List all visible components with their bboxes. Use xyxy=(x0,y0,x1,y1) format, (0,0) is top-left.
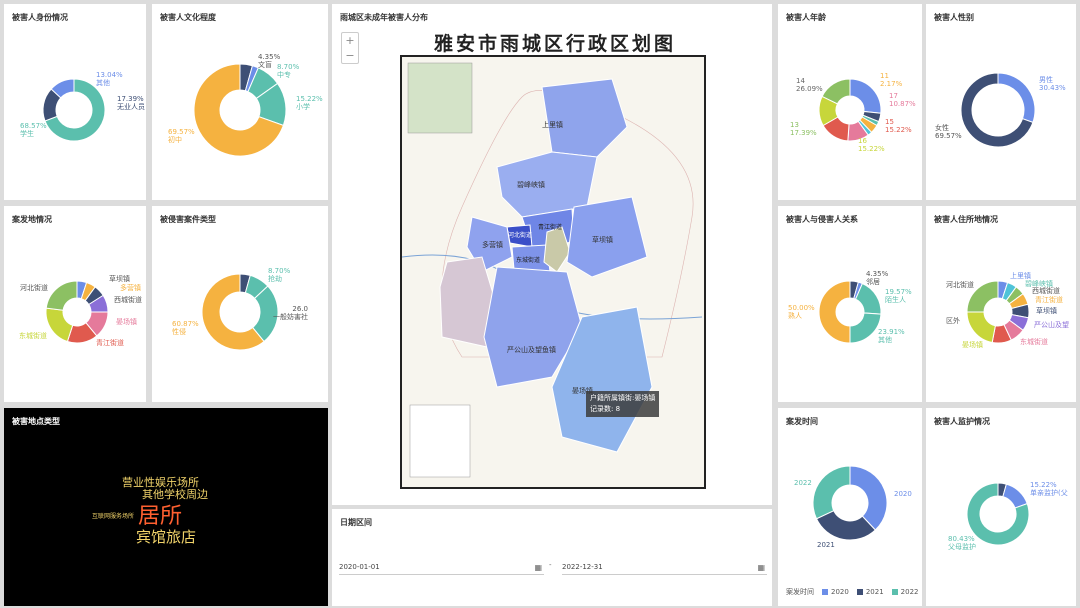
chart-label: 50.00%熟人 xyxy=(788,304,815,320)
chart-label: 青江街道 xyxy=(1035,295,1063,304)
chart-label: 多营镇 xyxy=(120,283,141,292)
chart-label: 80.43%父母监护 xyxy=(948,535,976,551)
chart-label: 8.70%中专 xyxy=(277,63,300,79)
chart-label: 东城街道 xyxy=(1020,337,1048,346)
chart-label: 青江街道 xyxy=(96,338,124,347)
chart-label: 晏场镇 xyxy=(962,340,983,349)
chart-label: 15.22%单亲监护(父 xyxy=(1030,481,1068,497)
chart-label: 上里镇 xyxy=(1010,271,1031,280)
age-slice[interactable] xyxy=(849,78,882,114)
chart-label: 17.39%无业人员 xyxy=(117,95,145,111)
chart-label: 16 15.22% xyxy=(858,137,885,153)
chart-label: 草坝镇 xyxy=(109,274,130,283)
chart-label: 13.04%其他 xyxy=(96,71,123,87)
chart-label: 69.57%初中 xyxy=(168,128,195,144)
chart-label: 草坝镇 xyxy=(1036,306,1057,315)
chart-label: 2022 xyxy=(794,479,812,487)
chart-label: 23.91%其他 xyxy=(878,328,905,344)
donut-chart-layer: 13.04%其他17.39%无业人员68.57%学生4.35%文盲 8.70%中专… xyxy=(19,53,1069,551)
chart-label: 区外 xyxy=(946,316,960,325)
residence-slice[interactable] xyxy=(966,311,996,344)
chart-label: 西城街道 xyxy=(1032,286,1060,295)
chart-label: 15.22%小学 xyxy=(296,95,323,111)
location-slice[interactable] xyxy=(45,280,78,311)
chart-label: 2020 xyxy=(894,490,912,498)
chart-label: 11 2.17% xyxy=(880,72,903,88)
relation-slice[interactable] xyxy=(818,280,851,344)
chart-label: 河北街道 xyxy=(20,283,48,292)
chart-label: 19.57%陌生人 xyxy=(885,288,912,304)
chart-label: 4.35%邻居 xyxy=(866,270,889,286)
chart-label: 15 15.22% xyxy=(885,118,912,134)
chart-label: 17 10.87% xyxy=(889,92,916,108)
chart-label: 东城街道 xyxy=(19,331,47,340)
case_time-slice[interactable] xyxy=(812,465,851,520)
chart-label: 女性 69.57% xyxy=(935,123,962,140)
chart-label: 晏场镇 xyxy=(116,317,137,326)
relation-slice[interactable] xyxy=(849,312,882,344)
chart-label: 严公山及望 xyxy=(1034,320,1069,329)
chart-label: 13 17.39% xyxy=(790,121,817,137)
chart-label: 2021 xyxy=(817,541,835,549)
chart-label: 68.57%学生 xyxy=(20,122,47,138)
chart-label: 14 26.09% xyxy=(796,77,823,93)
chart-label: 60.87%性侵 xyxy=(172,320,199,336)
chart-label: 8.70%抢劫 xyxy=(268,267,291,283)
chart-label: 西城街道 xyxy=(114,295,142,304)
location-slice[interactable] xyxy=(45,307,74,343)
chart-label: 男性 30.43% xyxy=(1039,75,1066,92)
gender-slice[interactable] xyxy=(997,72,1036,124)
chart-label: 河北街道 xyxy=(946,280,974,289)
